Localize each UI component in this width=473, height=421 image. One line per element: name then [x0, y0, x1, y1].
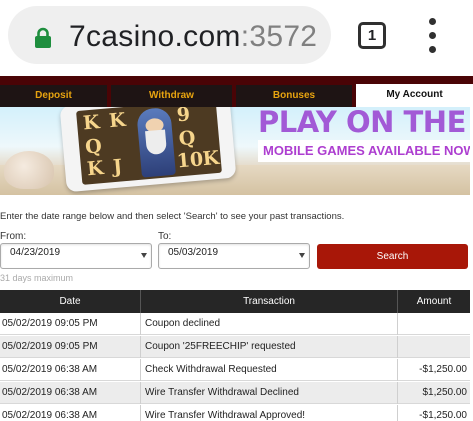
cell-date: 05/02/2019 09:05 PM [2, 318, 98, 329]
cell-transaction: Coupon declined [145, 318, 221, 329]
cell-date: 05/02/2019 06:38 AM [2, 410, 98, 421]
url-host: 7casino.com [69, 20, 241, 53]
to-label: To: [158, 231, 172, 242]
url-port: :3572 [240, 20, 318, 53]
slot-symbol: K [82, 111, 101, 135]
tab-bonuses[interactable]: Bonuses [236, 85, 352, 107]
promo-headline: PLAY ON THE GO! [258, 107, 470, 139]
tabs-icon[interactable]: 1 [358, 22, 386, 49]
cell-amount: -$1,250.00 [419, 410, 467, 421]
cell-transaction: Wire Transfer Withdrawal Approved! [145, 410, 306, 421]
slot-symbol: Q [84, 135, 103, 159]
to-date-select[interactable]: 05/03/2019 [158, 243, 310, 269]
cell-transaction: Coupon '25FREECHIP' requested [145, 341, 296, 352]
table-row: 05/02/2019 09:05 PM Coupon '25FREECHIP' … [0, 336, 470, 358]
slot-symbol: 9 [175, 107, 191, 127]
chevron-down-icon [299, 253, 305, 258]
table-row: 05/02/2019 06:38 AM Wire Transfer Withdr… [0, 382, 470, 404]
cell-date: 05/02/2019 09:05 PM [2, 341, 98, 352]
promo-subline: MOBILE GAMES AVAILABLE NOW! [258, 140, 470, 162]
slot-symbol: Q [177, 126, 197, 151]
cell-date: 05/02/2019 06:38 AM [2, 387, 98, 398]
more-vert-icon[interactable] [423, 18, 443, 54]
header-transaction: Transaction [243, 296, 295, 307]
header-date: Date [59, 296, 81, 307]
chevron-down-icon [141, 253, 147, 258]
browser-toolbar: 7casino.com:3572 1 [0, 0, 473, 76]
instructions-text: Enter the date range below and then sele… [0, 211, 345, 222]
tab-withdraw[interactable]: Withdraw [111, 85, 232, 107]
tab-deposit[interactable]: Deposit [0, 85, 107, 107]
from-date-value: 04/23/2019 [10, 247, 61, 258]
address-bar[interactable]: 7casino.com:3572 [8, 6, 331, 64]
cell-amount: $1,250.00 [422, 387, 468, 398]
table-header: Date Transaction Amount [0, 290, 470, 313]
tab-my-account[interactable]: My Account [356, 84, 473, 107]
slot-screen: K K Q J K 9 Q 10 K [76, 107, 222, 185]
slot-symbol: K [108, 108, 127, 133]
phone-image: K K Q J K 9 Q 10 K [59, 107, 237, 193]
seashell-image [4, 151, 54, 189]
table-row: 05/02/2019 09:05 PM Coupon declined [0, 313, 470, 335]
url-text[interactable]: 7casino.com:3572 [69, 20, 317, 54]
slot-symbol: J [112, 155, 123, 179]
wizard-icon [136, 107, 176, 178]
to-date-value: 05/03/2019 [168, 247, 219, 258]
site-nav-bar: Deposit Withdraw Bonuses My Account [0, 76, 473, 107]
search-button[interactable]: Search [317, 244, 468, 269]
table-row: 05/02/2019 06:38 AM Check Withdrawal Req… [0, 359, 470, 381]
table-row: 05/02/2019 06:38 AM Wire Transfer Withdr… [0, 405, 470, 421]
cell-transaction: Check Withdrawal Requested [145, 364, 277, 375]
cell-amount: -$1,250.00 [419, 364, 467, 375]
from-date-select[interactable]: 04/23/2019 [0, 243, 152, 269]
cell-transaction: Wire Transfer Withdrawal Declined [145, 387, 299, 398]
slot-symbol: K [201, 146, 221, 171]
cell-date: 05/02/2019 06:38 AM [2, 364, 98, 375]
promo-banner[interactable]: K K Q J K 9 Q 10 K PLAY ON THE GO! MOBIL… [0, 107, 470, 195]
slot-symbol: 10 [175, 148, 205, 173]
slot-symbol: K [86, 157, 105, 181]
header-amount: Amount [416, 296, 452, 307]
max-range-note: 31 days maximum [0, 273, 74, 283]
from-label: From: [0, 231, 27, 242]
lock-icon[interactable] [32, 27, 54, 49]
